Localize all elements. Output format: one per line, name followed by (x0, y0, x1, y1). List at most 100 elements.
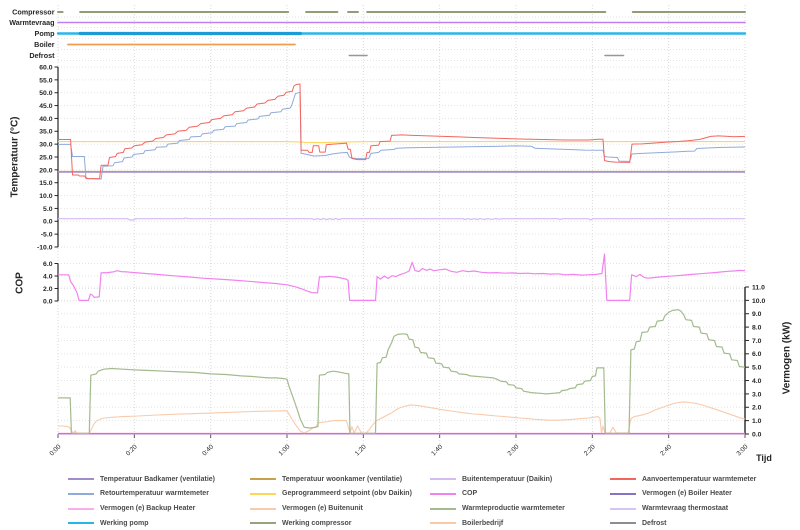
status-label-warmtevraag: Warmtevraag (9, 18, 54, 27)
legend-label-retourtemperatuur-warmtemeter: Retourtemperatuur warmtemeter (100, 490, 209, 498)
legend-swatch-defrost (610, 522, 636, 525)
temperature-tick-label: 50.0 (39, 90, 52, 97)
time-tick-label: 2:20 (583, 443, 597, 457)
temperature-tick-label: 10.0 (39, 193, 52, 200)
cop-tick-label: 2.0 (43, 286, 53, 293)
time-tick-label: 2:40 (659, 443, 673, 457)
legend-swatch-boilerbedrijf (430, 522, 456, 525)
series-aanvoertemperatuur-warmtemeter (58, 83, 746, 180)
legend-label-vermogen-e-buitenunit: Vermogen (e) Buitenunit (282, 505, 363, 513)
legend-label-warmtevraag-thermostaat: Warmtevraag thermostaat (642, 505, 729, 513)
legend-item-cop: COP (430, 488, 477, 500)
temperature-tick-label: 30.0 (39, 142, 52, 149)
series-cop (58, 253, 746, 301)
series-geprogrammeerd-setpoint-obv-daikin (58, 141, 745, 144)
power-tick-label: 3.0 (752, 391, 762, 398)
temperature-tick-label: 25.0 (39, 154, 52, 161)
legend-label-defrost: Defrost (642, 519, 667, 527)
temperature-tick-label: 45.0 (39, 103, 52, 110)
legend-item-vermogen-e-backup-heater: Vermogen (e) Backup Heater (68, 503, 195, 515)
legend-item-werking-compressor: Werking compressor (250, 517, 352, 529)
legend-label-temperatuur-woonkamer-ventilatie: Temperatuur woonkamer (ventilatie) (282, 475, 403, 483)
power-tick-label: 4.0 (752, 378, 762, 385)
legend-item-temperatuur-woonkamer-ventilatie: Temperatuur woonkamer (ventilatie) (250, 473, 402, 485)
legend-swatch-werking-compressor (250, 522, 276, 525)
time-axis-title: Tijd (756, 453, 772, 463)
time-tick-label: 0:20 (125, 443, 139, 457)
legend-swatch-temperatuur-woonkamer-ventilatie (250, 478, 276, 480)
legend-label-geprogrammeerd-setpoint-obv-daikin: Geprogrammeerd setpoint (obv Daikin) (282, 490, 412, 498)
heatpump-monitor-chart: 60.0 55.0 50.0 45.0 40.0 35.0 30.0 25.0 20.0 15.0… (0, 0, 800, 530)
power-tick-label: 2.0 (752, 405, 762, 412)
series-vermogen-e-buitenunit (58, 401, 746, 434)
legend-item-warmteproductie-warmtemeter: Warmteproductie warmtemeter (430, 503, 565, 515)
status-label-compressor: Compressor (12, 8, 55, 17)
time-tick-label: 2:00 (507, 443, 521, 457)
legend-item-retourtemperatuur-warmtemeter: Retourtemperatuur warmtemeter (68, 488, 209, 500)
temperature-tick-label: 35.0 (39, 129, 52, 136)
power-tick-label: 8.0 (752, 324, 762, 331)
legend-label-cop: COP (462, 490, 478, 498)
temperature-tick-label: 20.0 (39, 167, 52, 174)
legend-item-geprogrammeerd-setpoint-obv-daikin: Geprogrammeerd setpoint (obv Daikin) (250, 488, 412, 500)
power-axis-title: Vermogen (kW) (781, 321, 793, 395)
power-tick-label: 5.0 (752, 365, 762, 372)
legend-swatch-buitentemperatuur-daikin (430, 478, 456, 480)
legend-item-vermogen-e-boiler-heater: Vermogen (e) Boiler Heater (610, 488, 732, 500)
legend-swatch-vermogen-e-buitenunit (250, 507, 276, 510)
legend-item-werking-pomp: Werking pomp (68, 517, 148, 529)
legend-label-vermogen-e-backup-heater: Vermogen (e) Backup Heater (100, 505, 196, 513)
legend-swatch-warmteproductie-warmtemeter (430, 507, 456, 510)
status-label-defrost: Defrost (29, 51, 55, 60)
temperature-tick-label: 15.0 (39, 180, 52, 187)
time-tick-label: 1:40 (430, 443, 444, 457)
temperature-tick-label: -5.0 (41, 232, 53, 239)
legend-swatch-geprogrammeerd-setpoint-obv-daikin (250, 492, 276, 495)
temperature-tick-label: 5.0 (43, 206, 53, 213)
power-tick-label: 6.0 (752, 351, 762, 358)
power-tick-label: 9.0 (752, 311, 762, 318)
power-tick-label: 10.0 (752, 298, 765, 305)
status-label-boiler: Boiler (34, 40, 55, 49)
legend-item-vermogen-e-buitenunit: Vermogen (e) Buitenunit (250, 503, 363, 515)
temperature-axis-title: Temperatuur (°C) (9, 116, 21, 198)
cop-tick-label: 4.0 (43, 273, 53, 280)
power-tick-label: 11.0 (752, 284, 765, 291)
legend-item-buitentemperatuur-daikin: Buitentemperatuur (Daikin) (430, 473, 552, 485)
legend-swatch-retourtemperatuur-warmtemeter (68, 492, 94, 495)
time-tick-label: 3:00 (736, 443, 750, 457)
time-tick-label: 0:40 (201, 443, 215, 457)
legend-label-buitentemperatuur-daikin: Buitentemperatuur (Daikin) (462, 475, 553, 483)
power-tick-label: 0.0 (752, 431, 762, 438)
cop-tick-label: 6.0 (43, 261, 53, 268)
legend-swatch-cop (430, 492, 456, 495)
series-buitentemperatuur-daikin (58, 217, 745, 221)
legend-swatch-werking-pomp (68, 522, 94, 525)
legend-swatch-temperatuur-badkamer-ventilatie (68, 478, 94, 480)
status-label-pomp: Pomp (35, 29, 56, 38)
legend-swatch-vermogen-e-boiler-heater (610, 492, 636, 495)
legend-label-werking-compressor: Werking compressor (282, 519, 352, 527)
legend-item-temperatuur-badkamer-ventilatie: Temperatuur Badkamer (ventilatie) (68, 473, 215, 485)
legend-swatch-vermogen-e-backup-heater (68, 507, 94, 510)
chart-legend: Temperatuur Badkamer (ventilatie) Retourt… (0, 470, 800, 530)
legend-label-aanvoertemperatuur-warmtemeter: Aanvoertemperatuur warmtemeter (642, 475, 757, 483)
temperature-tick-label: 55.0 (39, 77, 52, 84)
time-tick-label: 0:00 (49, 443, 63, 457)
legend-swatch-aanvoertemperatuur-warmtemeter (610, 478, 636, 480)
power-tick-label: 1.0 (752, 418, 762, 425)
temperature-tick-label: 40.0 (39, 116, 52, 123)
temperature-tick-label: 0.0 (43, 219, 53, 226)
legend-label-warmteproductie-warmtemeter: Warmteproductie warmtemeter (462, 505, 565, 513)
temperature-tick-label: -10.0 (37, 244, 53, 251)
time-tick-label: 1:20 (354, 443, 368, 457)
cop-axis-title: COP (14, 272, 26, 294)
legend-label-boilerbedrijf: Boilerbedrijf (462, 519, 504, 527)
legend-swatch-warmtevraag-thermostaat (610, 507, 636, 510)
series-retourtemperatuur-warmtemeter (58, 91, 746, 180)
legend-label-vermogen-e-boiler-heater: Vermogen (e) Boiler Heater (642, 490, 732, 498)
legend-item-defrost: Defrost (610, 517, 667, 529)
legend-item-aanvoertemperatuur-warmtemeter: Aanvoertemperatuur warmtemeter (610, 473, 756, 485)
temperature-tick-label: 60.0 (39, 64, 52, 71)
chart-canvas: 60.0 55.0 50.0 45.0 40.0 35.0 30.0 25.0 20.0 15.0… (9, 5, 765, 457)
